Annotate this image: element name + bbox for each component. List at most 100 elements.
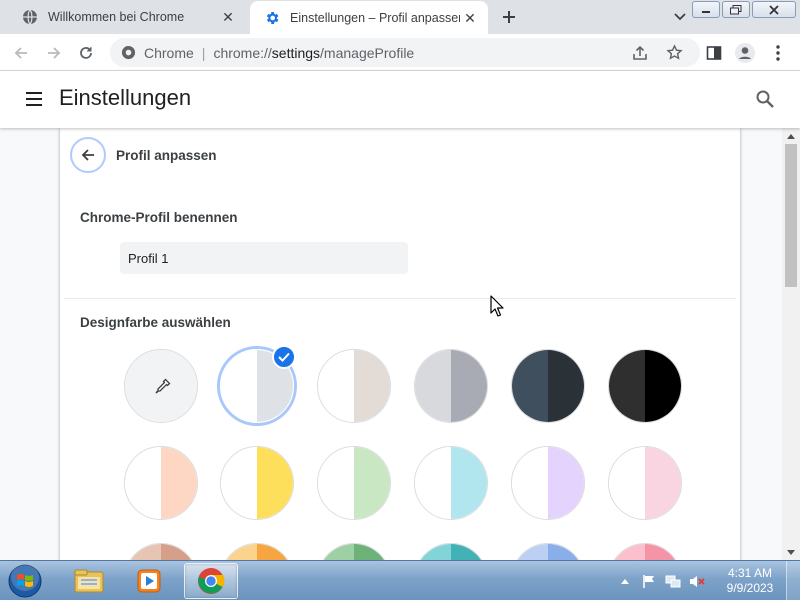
tab-welcome[interactable]: Willkommen bei Chrome ✕ bbox=[8, 0, 246, 34]
address-separator: | bbox=[201, 44, 206, 61]
explorer-icon bbox=[74, 569, 104, 593]
url-text: chrome://settings/manageProfile bbox=[213, 45, 414, 61]
color-swatch-green-and-white[interactable] bbox=[317, 446, 391, 520]
tab-title: Einstellungen – Profil anpassen bbox=[290, 11, 460, 25]
color-swatch-light-pink[interactable] bbox=[608, 543, 682, 560]
volume-muted-icon[interactable] bbox=[688, 572, 706, 590]
back-nav-button[interactable] bbox=[10, 42, 32, 64]
reload-button[interactable] bbox=[75, 42, 97, 64]
color-swatch-custom-color-picker[interactable] bbox=[124, 349, 198, 423]
color-swatch-light-teal[interactable] bbox=[414, 543, 488, 560]
selected-check-icon bbox=[272, 345, 296, 369]
url-scheme: chrome:// bbox=[213, 44, 272, 61]
forward-nav-button[interactable] bbox=[43, 42, 65, 64]
side-panel-button[interactable] bbox=[703, 42, 725, 64]
star-icon bbox=[666, 44, 683, 60]
chrome-icon bbox=[198, 568, 225, 594]
color-swatch-beige[interactable] bbox=[124, 543, 198, 560]
taskbar-chrome[interactable] bbox=[184, 563, 238, 599]
page-title: Einstellungen bbox=[59, 85, 192, 110]
share-button[interactable] bbox=[632, 38, 648, 67]
arrow-back-icon bbox=[81, 149, 94, 161]
close-window-button[interactable] bbox=[752, 1, 796, 18]
chevron-down-icon bbox=[674, 13, 686, 21]
arrow-left-icon bbox=[14, 47, 27, 59]
color-swatch-light-purple-and-white[interactable] bbox=[511, 446, 585, 520]
action-center-flag-icon[interactable] bbox=[640, 572, 658, 590]
search-icon[interactable] bbox=[755, 89, 775, 109]
gear-icon bbox=[264, 10, 280, 26]
network-icon[interactable] bbox=[664, 572, 682, 590]
color-swatch-cool-grey[interactable] bbox=[414, 349, 488, 423]
manage-profile-card: Profil anpassen Chrome-Profil benennen D… bbox=[60, 128, 740, 560]
media-player-icon bbox=[137, 569, 161, 593]
window-controls bbox=[690, 1, 796, 18]
plus-icon bbox=[503, 11, 515, 23]
share-icon bbox=[633, 45, 647, 60]
color-swatch-light-blue[interactable] bbox=[511, 543, 585, 560]
restore-icon bbox=[730, 4, 742, 14]
color-swatch-light-teal-and-white[interactable] bbox=[414, 446, 488, 520]
minimize-button[interactable] bbox=[692, 1, 720, 18]
bookmark-button[interactable] bbox=[666, 38, 683, 67]
vertical-scrollbar[interactable] bbox=[782, 128, 800, 560]
color-swatch-midnight-blue[interactable] bbox=[511, 349, 585, 423]
url-host: settings bbox=[271, 44, 321, 61]
chrome-menu-button[interactable] bbox=[767, 42, 789, 64]
scroll-thumb[interactable] bbox=[785, 144, 797, 287]
restore-button[interactable] bbox=[722, 1, 750, 18]
color-swatch-warm-grey[interactable] bbox=[317, 349, 391, 423]
minimize-icon bbox=[702, 10, 710, 13]
color-swatch-pink-and-white[interactable] bbox=[608, 446, 682, 520]
close-tab-icon[interactable]: ✕ bbox=[460, 8, 480, 28]
tab-title: Willkommen bei Chrome bbox=[48, 10, 185, 24]
tab-strip: Willkommen bei Chrome ✕ Einstellungen – … bbox=[0, 0, 800, 35]
settings-header: Einstellungen bbox=[0, 71, 800, 128]
system-tray bbox=[616, 561, 712, 600]
profile-name-input[interactable] bbox=[120, 242, 408, 274]
color-swatch-light-green[interactable] bbox=[317, 543, 391, 560]
color-swatch-orange[interactable] bbox=[220, 543, 294, 560]
avatar-icon bbox=[735, 43, 755, 63]
show-hidden-icons-icon[interactable] bbox=[616, 572, 634, 590]
side-panel-icon bbox=[706, 46, 722, 60]
chrome-site-icon bbox=[120, 45, 136, 61]
settings-content: Profil anpassen Chrome-Profil benennen D… bbox=[0, 128, 782, 560]
clock-time: 4:31 AM bbox=[727, 566, 773, 580]
show-desktop-button[interactable] bbox=[786, 561, 800, 600]
eyedropper-icon bbox=[155, 378, 171, 394]
arrow-right-icon bbox=[48, 47, 61, 59]
url-path: /manageProfile bbox=[320, 44, 415, 61]
color-swatch-beige-and-white[interactable] bbox=[124, 446, 198, 520]
profile-button[interactable] bbox=[734, 42, 756, 64]
section-divider bbox=[64, 298, 736, 299]
close-icon bbox=[769, 4, 779, 15]
subpage-title: Profil anpassen bbox=[116, 148, 217, 163]
clock-date: 9/9/2023 bbox=[726, 581, 774, 595]
reload-icon bbox=[80, 47, 92, 59]
scroll-up-arrow-icon[interactable] bbox=[782, 128, 800, 144]
start-button[interactable] bbox=[6, 563, 44, 599]
browser-toolbar: Chrome | chrome://settings/manageProfile bbox=[0, 34, 800, 71]
new-tab-button[interactable] bbox=[498, 6, 520, 28]
color-swatch-yellow-and-white[interactable] bbox=[220, 446, 294, 520]
profile-name-label: Chrome-Profil benennen bbox=[80, 210, 238, 225]
system-clock[interactable]: 4:31 AM 9/9/2023 bbox=[722, 566, 778, 596]
more-vert-icon bbox=[776, 45, 780, 61]
address-bar[interactable]: Chrome | chrome://settings/manageProfile bbox=[110, 38, 700, 67]
taskbar-media-player[interactable] bbox=[122, 563, 176, 599]
globe-icon bbox=[22, 9, 38, 25]
taskbar-explorer[interactable] bbox=[62, 563, 116, 599]
tab-settings[interactable]: Einstellungen – Profil anpassen ✕ bbox=[250, 1, 488, 35]
back-button[interactable] bbox=[70, 137, 106, 173]
mouse-cursor-icon bbox=[490, 295, 504, 317]
windows-logo-icon bbox=[8, 564, 42, 598]
color-swatch-black[interactable] bbox=[608, 349, 682, 423]
windows-taskbar: 4:31 AM 9/9/2023 bbox=[0, 560, 800, 600]
theme-color-label: Designfarbe auswählen bbox=[80, 315, 231, 330]
menu-icon[interactable] bbox=[24, 89, 44, 109]
site-chip: Chrome bbox=[144, 44, 194, 61]
scroll-down-arrow-icon[interactable] bbox=[782, 544, 800, 560]
tab-search-button[interactable] bbox=[670, 7, 690, 27]
close-tab-icon[interactable]: ✕ bbox=[218, 7, 238, 27]
